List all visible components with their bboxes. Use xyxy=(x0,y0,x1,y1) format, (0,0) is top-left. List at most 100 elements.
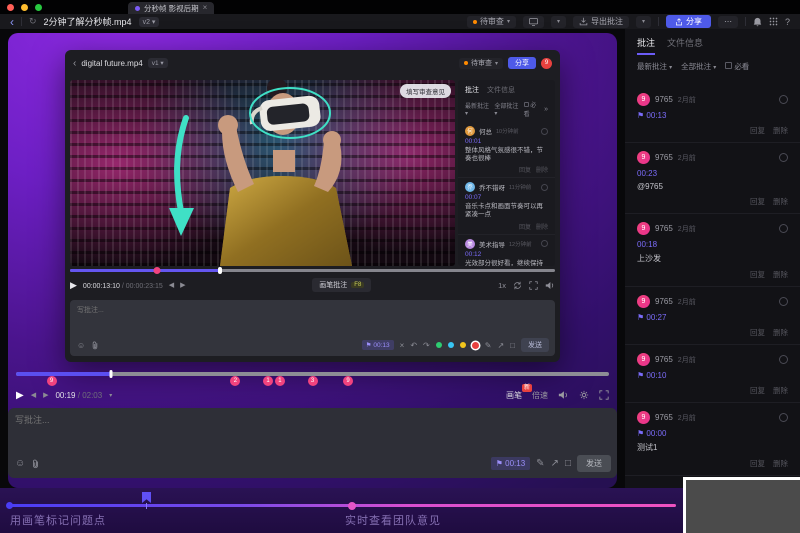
tab-annotations[interactable]: 批注 xyxy=(637,36,655,55)
fullscreen-icon[interactable] xyxy=(599,390,609,400)
color-yellow-swatch[interactable] xyxy=(460,342,466,348)
comment-item[interactable]: 9 9765 2月前 ⚑ 00:00 测试1 回复 删除 xyxy=(625,403,800,476)
version-badge[interactable]: v2 ▾ xyxy=(139,17,160,27)
play-button[interactable]: ▶ xyxy=(70,280,77,291)
collapse-panel-icon[interactable]: » xyxy=(544,106,548,113)
delete-button[interactable]: 删除 xyxy=(536,222,548,231)
tab-file-info[interactable]: 文件信息 xyxy=(487,85,515,95)
reply-button[interactable]: 回复 xyxy=(750,269,765,280)
timestamp-chip[interactable]: ⚑ 00:13 xyxy=(491,457,530,470)
color-cyan-swatch[interactable] xyxy=(448,342,454,348)
must-see-checkbox[interactable]: 必看 xyxy=(524,100,540,118)
progress-marker[interactable] xyxy=(154,267,161,274)
rect-tool-icon[interactable]: □ xyxy=(510,341,515,350)
comment-timestamp[interactable]: ⚑ 00:10 xyxy=(637,371,788,380)
timeline-marker[interactable]: 2 xyxy=(230,376,240,386)
delete-button[interactable]: 删除 xyxy=(536,165,548,174)
resolve-checkbox[interactable] xyxy=(779,297,788,306)
delete-button[interactable]: 删除 xyxy=(773,269,788,280)
redo-icon[interactable]: ↷ xyxy=(423,341,430,350)
more-button[interactable]: ⋯ xyxy=(718,16,738,28)
loop-icon[interactable] xyxy=(513,281,522,290)
filter-all-dropdown[interactable]: 全部批注 ▾ xyxy=(494,101,519,117)
tab-file-info[interactable]: 文件信息 xyxy=(667,36,703,55)
comment-item[interactable]: 9 9765 2月前 00:23 @9765 回复 删除 xyxy=(625,143,800,214)
comment-timestamp[interactable]: 00:07 xyxy=(465,194,548,201)
volume-icon[interactable] xyxy=(545,281,555,290)
pen-tool-icon[interactable]: ✎ xyxy=(536,458,544,469)
mini-progress-bar[interactable] xyxy=(70,269,555,272)
display-mode-caret[interactable]: ▾ xyxy=(551,16,566,28)
step-forward-button[interactable]: ▶ xyxy=(180,281,185,289)
timeline-marker[interactable]: 1 xyxy=(275,376,285,386)
attachment-icon[interactable] xyxy=(91,341,99,350)
filter-latest-dropdown[interactable]: 最新批注 ▾ xyxy=(637,61,672,72)
brush-annotate-button[interactable]: 画笔批注 F8 xyxy=(312,278,371,292)
resolve-checkbox[interactable] xyxy=(779,95,788,104)
refresh-icon[interactable]: ↻ xyxy=(29,16,37,27)
apps-grid-icon[interactable] xyxy=(769,17,778,26)
reply-button[interactable]: 回复 xyxy=(750,196,765,207)
volume-icon[interactable] xyxy=(558,390,569,400)
play-button[interactable]: ▶ xyxy=(16,390,24,401)
delete-button[interactable]: 删除 xyxy=(773,458,788,469)
timeline-marker[interactable]: 3 xyxy=(308,376,318,386)
delete-button[interactable]: 删除 xyxy=(773,196,788,207)
color-red-swatch-selected[interactable] xyxy=(472,342,479,349)
comment-timestamp[interactable]: 00:12 xyxy=(465,251,548,258)
timestamp-chip[interactable]: ⚑ 00:13 xyxy=(362,340,394,350)
close-window-button[interactable] xyxy=(7,4,14,11)
filter-all-dropdown[interactable]: 全部批注 ▾ xyxy=(681,61,716,72)
timeline-marker[interactable]: 9 xyxy=(47,376,57,386)
comment-textarea[interactable] xyxy=(70,300,555,330)
review-hint-pill[interactable]: 填写审查意见 xyxy=(400,84,451,98)
resolve-checkbox[interactable] xyxy=(779,413,788,422)
export-notes-button[interactable]: 导出批注 xyxy=(573,16,629,28)
browser-tab[interactable]: 分秒帧 影视后期 × xyxy=(128,2,214,14)
comment-textarea[interactable] xyxy=(8,408,617,448)
delete-button[interactable]: 删除 xyxy=(773,125,788,136)
step-back-button[interactable]: ◀ xyxy=(31,391,36,399)
resolve-checkbox[interactable] xyxy=(541,128,548,135)
must-see-checkbox[interactable]: 必看 xyxy=(725,61,749,72)
resolve-checkbox[interactable] xyxy=(779,153,788,162)
comment-timestamp[interactable]: 00:23 xyxy=(637,169,788,178)
delete-button[interactable]: 删除 xyxy=(773,327,788,338)
comment-item[interactable]: 9 9765 2月前 ⚑ 00:13 回复 删除 xyxy=(625,85,800,143)
speed-button[interactable]: 倍速 xyxy=(532,390,548,401)
attachment-icon[interactable] xyxy=(31,459,40,469)
comment-item[interactable]: 美 美术指导 12分钟前 00:12 光效部分很好看，继续保持 回复 删除 xyxy=(458,235,555,267)
mini-version-badge[interactable]: v1 ▾ xyxy=(148,58,168,68)
tab-close-icon[interactable]: × xyxy=(203,4,208,12)
comment-timestamp[interactable]: ⚑ 00:13 xyxy=(637,111,788,120)
comment-timestamp[interactable]: 00:18 xyxy=(637,240,788,249)
comment-timestamp[interactable]: ⚑ 00:00 xyxy=(637,429,788,438)
mini-status-dropdown[interactable]: 待审查 ▾ xyxy=(459,58,503,69)
reply-button[interactable]: 回复 xyxy=(750,458,765,469)
back-icon[interactable]: ‹ xyxy=(10,16,14,28)
tab-annotations[interactable]: 批注 xyxy=(465,85,479,95)
filter-latest-dropdown[interactable]: 最新批注 ▾ xyxy=(465,101,490,117)
share-button[interactable]: 分享 xyxy=(666,15,711,28)
fullscreen-icon[interactable] xyxy=(529,281,538,290)
resolve-checkbox[interactable] xyxy=(779,355,788,364)
comment-timestamp[interactable]: ⚑ 00:27 xyxy=(637,313,788,322)
undo-icon[interactable]: ↶ xyxy=(410,341,417,350)
time-format-caret[interactable]: ▾ xyxy=(109,392,112,399)
arrow-tool-icon[interactable]: ↗ xyxy=(497,341,504,350)
comment-item[interactable]: 何 何总 10分钟前 00:01 整体风格气氛感很不错，节奏也很棒 回复 删除 xyxy=(458,122,555,178)
reply-button[interactable]: 回复 xyxy=(750,125,765,136)
resolve-checkbox[interactable] xyxy=(541,184,548,191)
clear-drawing-icon[interactable]: × xyxy=(400,341,405,350)
comment-timestamp[interactable]: 00:01 xyxy=(465,138,548,145)
brush-button[interactable]: 画笔 新 xyxy=(506,390,522,401)
export-notes-caret[interactable]: ▾ xyxy=(636,16,651,28)
comment-item[interactable]: 9 9765 2月前 ⚑ 00:10 回复 删除 xyxy=(625,345,800,403)
zoom-window-button[interactable] xyxy=(35,4,42,11)
help-button[interactable]: ? xyxy=(785,17,790,27)
comment-list[interactable]: 9 9765 2月前 ⚑ 00:13 回复 删除 9 xyxy=(625,85,800,488)
video-viewport[interactable]: 填写审查意见 xyxy=(70,80,455,266)
reply-button[interactable]: 回复 xyxy=(519,165,531,174)
timeline-marker[interactable]: 1 xyxy=(263,376,273,386)
reply-button[interactable]: 回复 xyxy=(750,327,765,338)
